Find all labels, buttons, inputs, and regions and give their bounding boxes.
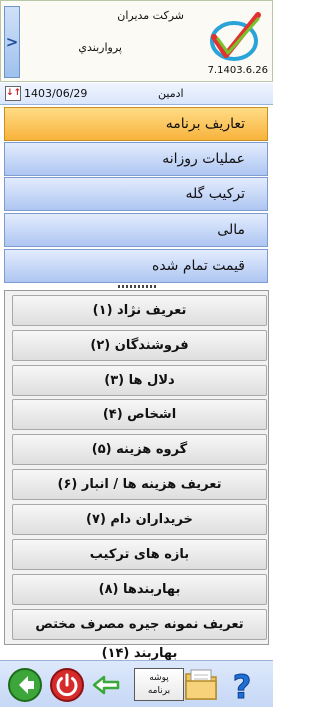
- date-toggle-icon[interactable]: ↓↑: [5, 86, 21, 101]
- submenu-item-pens[interactable]: بهاربندها (۸): [12, 574, 267, 605]
- splitter-grip[interactable]: [118, 285, 156, 288]
- next-arrow-icon[interactable]: [7, 667, 43, 703]
- company-name: شرکت مدیران: [117, 9, 184, 22]
- app-version: 7.1403.6.26: [207, 65, 268, 76]
- user-name: ادمین: [158, 87, 184, 100]
- app-folder-button[interactable]: پوشه برنامه: [134, 668, 184, 701]
- power-icon[interactable]: [49, 667, 85, 703]
- category-cost-price[interactable]: قیمت تمام شده: [4, 249, 268, 283]
- submenu-item-brokers[interactable]: دلال ها (۳): [12, 365, 267, 396]
- app-folder-button-line2: برنامه: [147, 686, 171, 696]
- submenu-panel: تعریف نژاد (۱) فروشندگان (۲) دلال ها (۳)…: [4, 290, 269, 661]
- user-bar: ↓↑ 1403/06/29 ادمین: [0, 83, 273, 105]
- current-date: 1403/06/29: [24, 87, 88, 100]
- collapse-panel-button[interactable]: >: [4, 6, 20, 78]
- submenu-item-pen-ration-sample[interactable]: تعریف نمونه جیره مصرف مختص بهاربند (۱۴): [12, 609, 267, 661]
- product-name: پرواربندي: [78, 41, 122, 54]
- category-app-definitions[interactable]: تعاریف برنامه: [4, 107, 268, 141]
- category-daily-operations[interactable]: عملیات روزانه: [4, 142, 268, 176]
- submenu-item-costs-warehouse[interactable]: تعریف هزینه ها / انبار (۶): [12, 469, 267, 500]
- submenu-item-breed[interactable]: تعریف نژاد (۱): [12, 295, 267, 326]
- checkmark-logo-icon: [210, 12, 261, 61]
- submenu-item-livestock-buyers[interactable]: خریداران دام (۷): [12, 504, 267, 535]
- help-glyph: ?: [233, 668, 252, 703]
- submenu-item-persons[interactable]: اشخاص (۴): [12, 399, 267, 430]
- folder-icon[interactable]: [184, 666, 218, 702]
- submenu-item-cost-group[interactable]: گروه هزینه (۵): [12, 434, 267, 465]
- bottom-toolbar: پوشه برنامه ?: [0, 660, 273, 707]
- app-header: > شرکت مدیران پرواربندي 7.1403.6.26: [0, 0, 273, 82]
- submenu-item-sellers[interactable]: فروشندگان (۲): [12, 330, 267, 361]
- app-folder-button-line1: پوشه: [149, 673, 169, 683]
- help-icon[interactable]: ?: [224, 667, 260, 704]
- category-herd-composition[interactable]: ترکیب گله: [4, 177, 268, 211]
- category-financial[interactable]: مالی: [4, 213, 268, 247]
- submenu-item-composition-ranges[interactable]: بازه های ترکیب: [12, 539, 267, 570]
- logout-arrow-icon[interactable]: [88, 667, 124, 703]
